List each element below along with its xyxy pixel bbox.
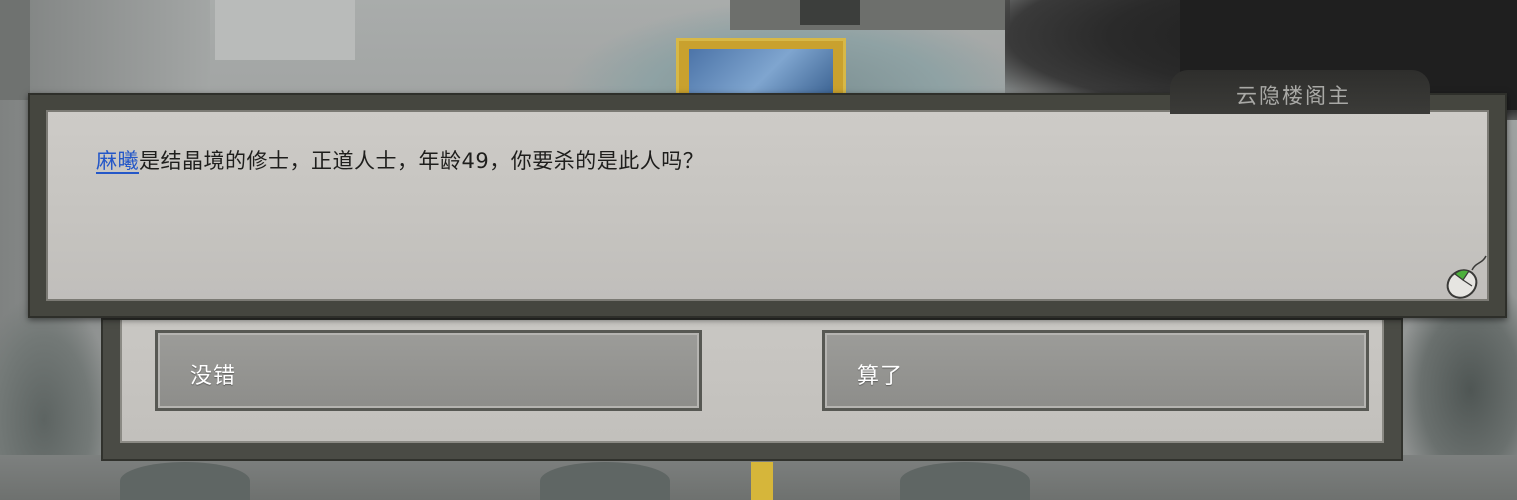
dialog-line: 是结晶境的修士，正道人士，年龄49，你要杀的是此人吗？: [139, 149, 705, 173]
dialog-text: 麻曦是结晶境的修士，正道人士，年龄49，你要杀的是此人吗？: [96, 145, 704, 175]
background-pillar: [0, 0, 30, 100]
background-building: [730, 0, 1010, 30]
background-banner: [676, 38, 846, 96]
mouse-icon[interactable]: [1442, 252, 1490, 302]
choice-confirm-button[interactable]: 没错: [155, 330, 702, 411]
choice-cancel-label: 算了: [857, 364, 904, 389]
speaker-name: 云隐楼阁主: [1236, 84, 1351, 108]
character-name-link[interactable]: 麻曦: [96, 149, 139, 173]
background-bush: [540, 462, 670, 500]
background-bush: [120, 462, 250, 500]
background-bush: [900, 462, 1030, 500]
choice-confirm-label: 没错: [190, 364, 237, 389]
background-wall-panel: [215, 0, 355, 60]
background-pole: [751, 462, 773, 500]
background-building-window: [800, 0, 860, 25]
dialog-box[interactable]: [28, 93, 1507, 318]
dialog-paper: [46, 110, 1489, 301]
choice-cancel-button[interactable]: 算了: [822, 330, 1369, 411]
